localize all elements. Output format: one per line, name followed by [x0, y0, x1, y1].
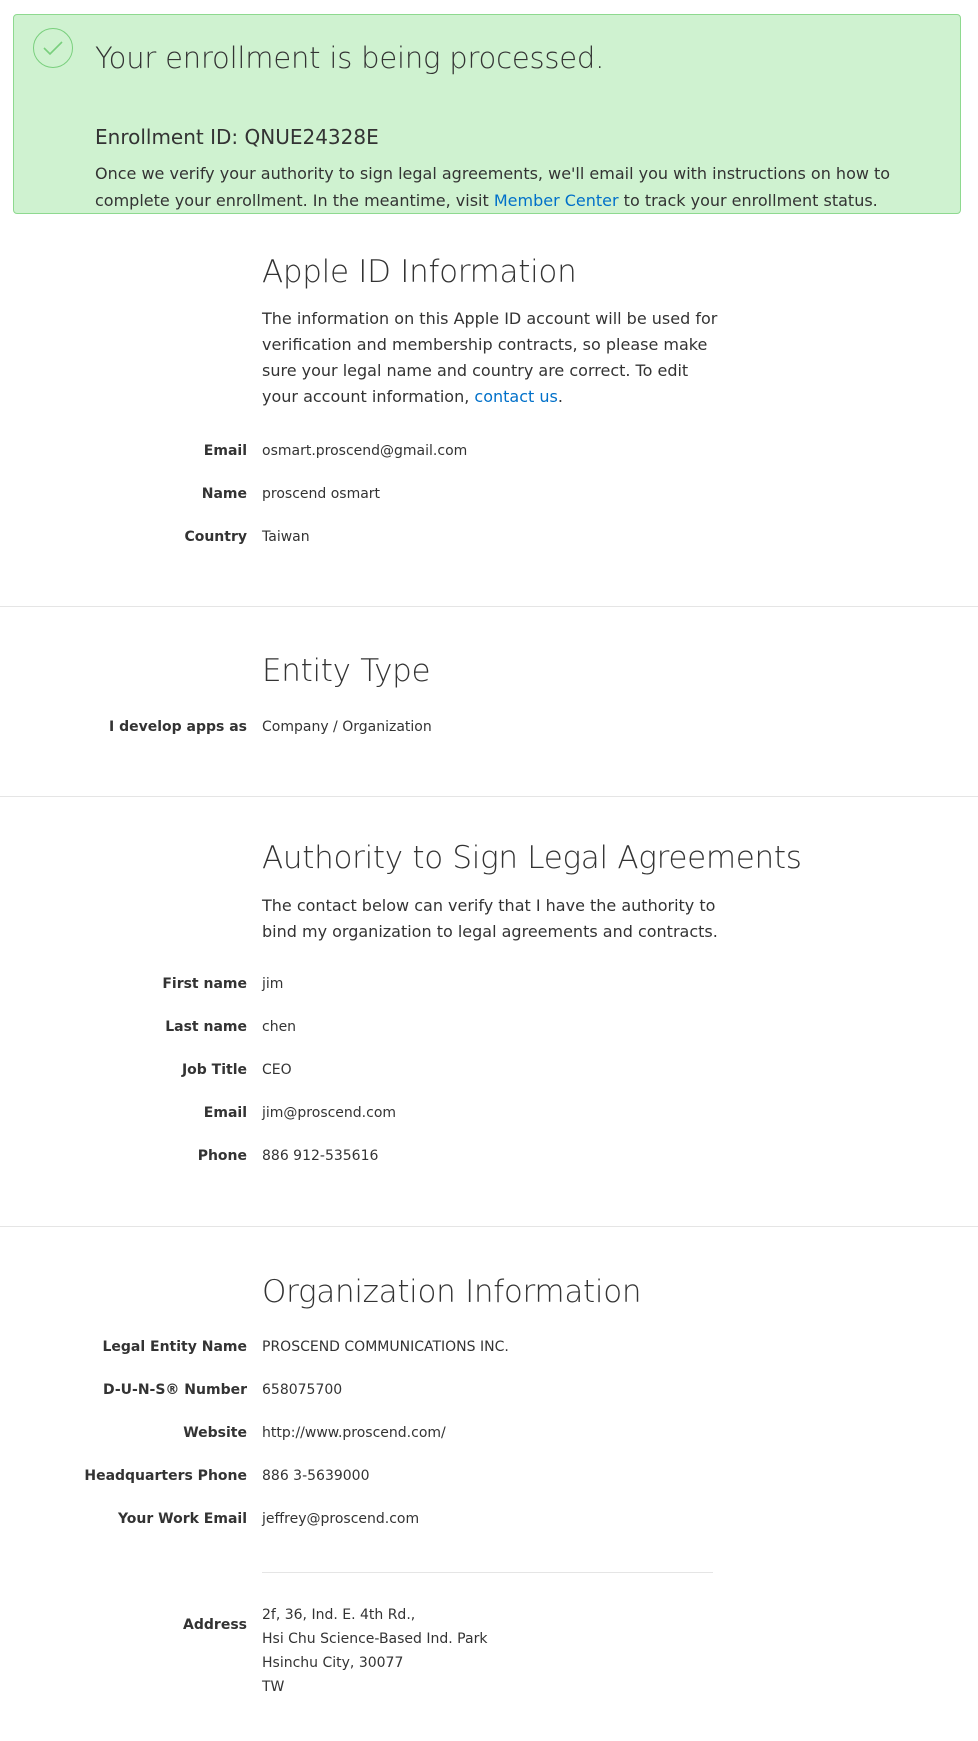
field-row-last-name: Last name chen	[0, 1019, 978, 1043]
field-row-entity-type: I develop apps as Company / Organization	[0, 719, 978, 743]
field-value: osmart.proscend@gmail.com	[262, 443, 468, 459]
banner-message: Once we verify your authority to sign le…	[95, 160, 955, 214]
section-divider	[0, 796, 978, 797]
address-line: 2f, 36, Ind. E. 4th Rd.,	[262, 1607, 416, 1623]
authority-section-title: Authority to Sign Legal Agreements	[262, 840, 802, 876]
field-label: Name	[201, 486, 247, 502]
field-label: Legal Entity Name	[102, 1339, 247, 1355]
apple-id-section-title: Apple ID Information	[262, 254, 577, 290]
banner-message-text-end: to track your enrollment status.	[618, 191, 878, 210]
apple-id-description: The information on this Apple ID account…	[262, 306, 722, 410]
field-label: Country	[184, 529, 247, 545]
field-row-legal-entity-name: Legal Entity Name PROSCEND COMMUNICATION…	[0, 1339, 978, 1363]
checkmark-circle-icon	[33, 28, 73, 68]
field-label: Last name	[165, 1019, 247, 1035]
field-value: jim	[262, 976, 284, 992]
field-row-work-email: Your Work Email jeffrey@proscend.com	[0, 1511, 978, 1535]
field-value: PROSCEND COMMUNICATIONS INC.	[262, 1339, 509, 1355]
field-label: Website	[183, 1425, 247, 1441]
field-value: CEO	[262, 1062, 292, 1078]
contact-us-link[interactable]: contact us	[474, 387, 557, 406]
field-label: Phone	[197, 1148, 247, 1164]
authority-description: The contact below can verify that I have…	[262, 896, 718, 941]
field-value: 886 912-535616	[262, 1148, 379, 1164]
field-value: 658075700	[262, 1382, 343, 1398]
enrollment-status-banner: Your enrollment is being processed. Enro…	[13, 14, 961, 214]
field-value: 886 3-5639000	[262, 1468, 370, 1484]
field-value: jeffrey@proscend.com	[262, 1511, 420, 1527]
field-label: I develop apps as	[108, 719, 247, 735]
field-label: First name	[162, 976, 247, 992]
field-row-headquarters-phone: Headquarters Phone 886 3-5639000	[0, 1468, 978, 1492]
field-row-address-label: Address	[0, 1617, 978, 1641]
field-row-website: Website http://www.proscend.com/	[0, 1425, 978, 1449]
field-row-email: Email osmart.proscend@gmail.com	[0, 443, 978, 467]
field-row-email: Email jim@proscend.com	[0, 1105, 978, 1129]
field-value: proscend osmart	[262, 486, 381, 502]
banner-title: Your enrollment is being processed.	[95, 41, 605, 75]
section-divider	[0, 606, 978, 607]
field-label: Address	[183, 1617, 247, 1633]
field-row-phone: Phone 886 912-535616	[0, 1148, 978, 1172]
address-block: 2f, 36, Ind. E. 4th Rd., Hsi Chu Science…	[262, 1603, 487, 1699]
field-value: jim@proscend.com	[262, 1105, 397, 1121]
field-label: Email	[203, 443, 247, 459]
field-value: Company / Organization	[262, 719, 432, 735]
address-line: Hsi Chu Science-Based Ind. Park	[262, 1631, 488, 1647]
address-divider	[262, 1572, 713, 1573]
field-row-first-name: First name jim	[0, 976, 978, 1000]
field-row-job-title: Job Title CEO	[0, 1062, 978, 1086]
address-line: Hsinchu City, 30077	[262, 1655, 404, 1671]
field-value: chen	[262, 1019, 297, 1035]
organization-section-title: Organization Information	[262, 1274, 642, 1310]
apple-id-description-end: .	[557, 387, 563, 406]
field-label: Email	[203, 1105, 247, 1121]
field-value: Taiwan	[262, 529, 310, 545]
field-label: D-U-N-S® Number	[102, 1382, 247, 1398]
field-row-name: Name proscend osmart	[0, 486, 978, 510]
field-value: http://www.proscend.com/	[262, 1425, 446, 1441]
entity-type-section-title: Entity Type	[262, 653, 431, 689]
member-center-link[interactable]: Member Center	[494, 191, 619, 210]
field-row-duns-number: D-U-N-S® Number 658075700	[0, 1382, 978, 1406]
section-divider	[0, 1226, 978, 1227]
enrollment-id: Enrollment ID: QNUE24328E	[95, 125, 379, 149]
field-label: Your Work Email	[117, 1511, 247, 1527]
field-label: Job Title	[181, 1062, 247, 1078]
field-row-country: Country Taiwan	[0, 529, 978, 553]
field-label: Headquarters Phone	[84, 1468, 247, 1484]
address-line: TW	[262, 1679, 285, 1695]
